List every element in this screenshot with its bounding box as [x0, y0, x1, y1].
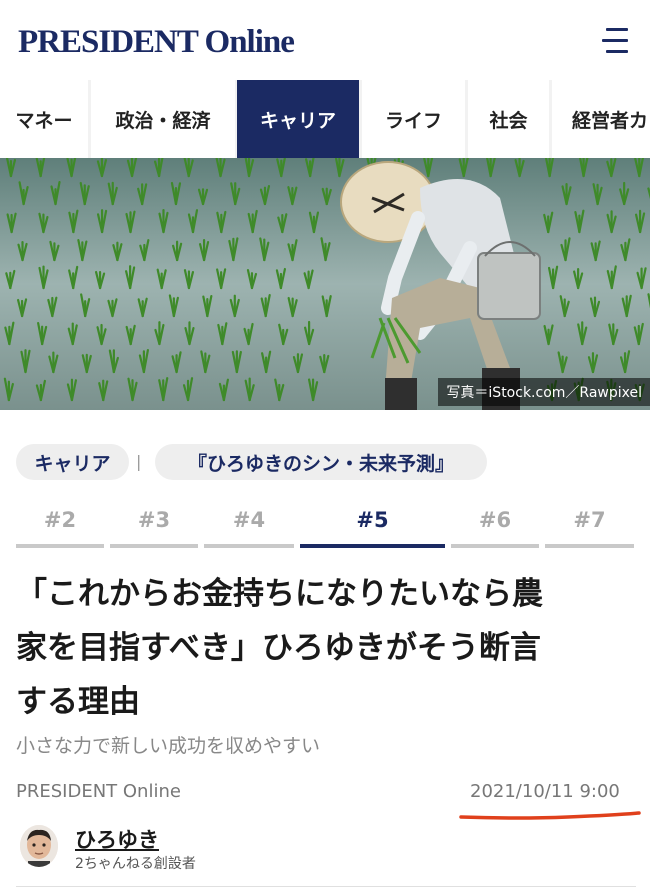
nav-item-executive[interactable]: 経営者カ [552, 80, 650, 158]
author-role: 2ちゃんねる創設者 [75, 856, 196, 872]
category-tag[interactable]: キャリア [16, 444, 129, 480]
tag-separator: | [136, 452, 142, 471]
series-tag[interactable]: 『ひろゆきのシン・未来予測』 [155, 444, 487, 480]
series-tab-7[interactable]: #7 [545, 504, 634, 548]
rice-paddy-photo [0, 158, 650, 410]
series-tab-3[interactable]: #3 [110, 504, 198, 548]
series-tab-6[interactable]: #6 [451, 504, 539, 548]
hamburger-menu-icon[interactable] [602, 28, 630, 54]
avatar[interactable] [20, 825, 58, 867]
divider [16, 886, 636, 887]
article-title: 「これからお金持ちになりたいなら農 家を目指すべき」ひろゆきがそう断言 する理由 [16, 576, 543, 720]
series-tab-4[interactable]: #4 [204, 504, 294, 548]
nav-item-politics-economy[interactable]: 政治・経済 [91, 80, 235, 158]
series-tab-5[interactable]: #5 [300, 504, 445, 548]
nav-item-society[interactable]: 社会 [468, 80, 549, 158]
nav-item-money[interactable]: マネー [0, 80, 88, 158]
category-nav: マネー 政治・経済 キャリア ライフ 社会 経営者カ [0, 80, 650, 158]
site-logo[interactable]: PRESIDENT Online [18, 24, 295, 61]
photo-credit: 写真＝iStock.com／Rawpixel [438, 378, 650, 406]
nav-item-career[interactable]: キャリア [237, 80, 359, 158]
hero-image: 写真＝iStock.com／Rawpixel [0, 158, 650, 410]
nav-item-life[interactable]: ライフ [362, 80, 465, 158]
article-date: 2021/10/11 9:00 [470, 781, 620, 802]
article-subtitle: 小さな力で新しい成功を収めやすい [16, 735, 321, 757]
red-underline-annotation [459, 811, 641, 820]
site-header: PRESIDENT Online [0, 0, 650, 80]
article-source: PRESIDENT Online [16, 781, 181, 802]
series-tab-2[interactable]: #2 [16, 504, 104, 548]
author-name[interactable]: ひろゆき [75, 824, 159, 854]
